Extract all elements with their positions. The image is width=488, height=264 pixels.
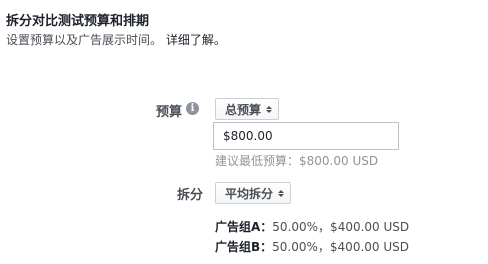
budget-label: 预算 <box>156 105 183 120</box>
updown-arrow-icon <box>278 189 285 197</box>
ad-group-b-detail: 50.00%，$400.00 USD <box>272 240 409 254</box>
ad-group-b-allocation: 广告组B：50.00%，$400.00 USD <box>215 238 409 255</box>
budget-amount-input[interactable] <box>213 122 399 150</box>
ad-group-a-allocation: 广告组A：50.00%，$400.00 USD <box>215 218 409 235</box>
ad-group-a-detail: 50.00%，$400.00 USD <box>272 220 410 234</box>
info-icon[interactable]: i <box>186 102 199 115</box>
budget-type-label: 总预算 <box>225 102 262 117</box>
ad-group-a-name: 广告组A： <box>215 220 273 234</box>
split-mode-label: 平均拆分 <box>225 186 274 201</box>
minimum-budget-hint: 建议最低预算：$800.00 USD <box>215 154 379 168</box>
budget-type-select[interactable]: 总预算 <box>215 98 280 120</box>
updown-arrow-icon <box>266 105 273 113</box>
section-title: 拆分对比测试预算和排期 <box>6 14 150 29</box>
subtitle-text: 设置预算以及广告展示时间。 <box>6 33 163 47</box>
split-mode-select[interactable]: 平均拆分 <box>215 182 292 204</box>
split-label: 拆分 <box>177 188 204 203</box>
section-subtitle: 设置预算以及广告展示时间。 详细了解。 <box>6 31 226 48</box>
learn-more-link[interactable]: 详细了解。 <box>166 33 226 47</box>
ad-group-b-name: 广告组B： <box>215 240 273 254</box>
